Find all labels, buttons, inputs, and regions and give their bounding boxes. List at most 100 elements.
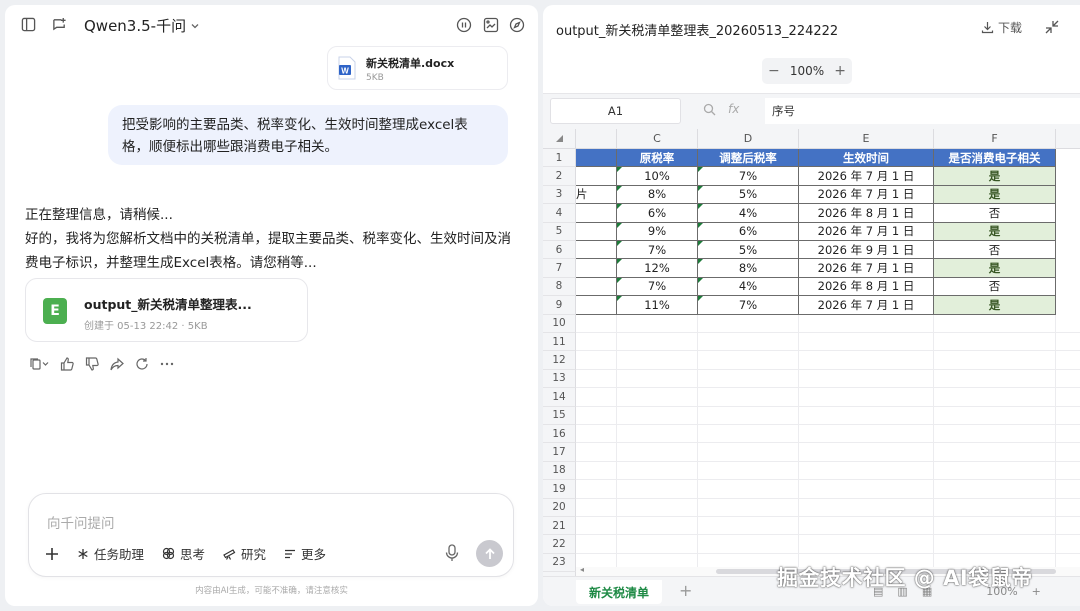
cell-date[interactable]: 2026 年 8 月 1 日 — [799, 204, 934, 223]
tool-task-assistant[interactable]: 任务助理 — [77, 544, 144, 563]
attachment-card[interactable]: W 新关税清单.docx 5KB — [327, 46, 508, 90]
new-chat-icon[interactable] — [52, 17, 67, 32]
share-icon[interactable] — [110, 357, 124, 371]
cell-consumer-electronics[interactable]: 否 — [934, 241, 1056, 260]
cell-orig-rate[interactable]: 6% — [617, 204, 698, 223]
header-cell[interactable] — [576, 149, 617, 168]
cell-consumer-electronics[interactable]: 是 — [934, 185, 1056, 205]
row-header[interactable]: 5 — [543, 222, 576, 241]
add-sheet-button[interactable]: + — [679, 581, 692, 600]
chat-input[interactable]: 向千问提问 — [47, 512, 115, 532]
cell-consumer-electronics[interactable]: 是 — [934, 296, 1056, 315]
row-header[interactable]: 14 — [543, 388, 576, 407]
header-cell[interactable]: 是否消费电子相关 — [934, 149, 1056, 168]
cell-b[interactable] — [576, 222, 617, 241]
column-header-b[interactable] — [576, 129, 617, 149]
tool-research[interactable]: 研究 — [223, 544, 266, 563]
row-header[interactable]: 3 — [543, 185, 576, 205]
header-cell[interactable]: 生效时间 — [799, 149, 934, 168]
row-header[interactable]: 16 — [543, 425, 576, 444]
download-button[interactable]: 下载 — [981, 19, 1022, 36]
row-header[interactable]: 12 — [543, 351, 576, 370]
copy-icon[interactable] — [29, 357, 49, 371]
cell-consumer-electronics[interactable]: 是 — [934, 259, 1056, 278]
row-header[interactable]: 19 — [543, 480, 576, 499]
cell-orig-rate[interactable]: 10% — [617, 167, 698, 186]
header-cell[interactable]: 调整后税率 — [698, 149, 799, 168]
cell-adj-rate[interactable]: 6% — [698, 222, 799, 241]
name-box[interactable]: A1 — [550, 98, 681, 124]
cell-date[interactable]: 2026 年 7 月 1 日 — [799, 296, 934, 315]
cell-adj-rate[interactable]: 4% — [698, 277, 799, 297]
cell-adj-rate[interactable]: 7% — [698, 167, 799, 186]
row-header[interactable]: 18 — [543, 461, 576, 481]
thumbs-down-icon[interactable] — [85, 357, 99, 371]
column-header[interactable]: C — [617, 129, 698, 149]
cell-consumer-electronics[interactable]: 是 — [934, 167, 1056, 186]
collapse-icon[interactable] — [1045, 20, 1059, 34]
microphone-icon[interactable] — [445, 544, 459, 566]
column-header-g[interactable] — [1056, 129, 1080, 149]
cell-adj-rate[interactable]: 4% — [698, 204, 799, 223]
output-file-card[interactable]: E output_新关税清单整理表... 创建于 05-13 22:42 · 5… — [25, 278, 308, 342]
cell-b[interactable] — [576, 277, 617, 297]
row-header[interactable]: 20 — [543, 498, 576, 517]
cell-orig-rate[interactable]: 11% — [617, 296, 698, 315]
row-header[interactable]: 6 — [543, 241, 576, 260]
model-selector[interactable]: Qwen3.5-千问 — [84, 15, 200, 36]
cell-orig-rate[interactable]: 7% — [617, 277, 698, 297]
row-header[interactable]: 23 — [543, 553, 576, 573]
row-header[interactable]: 13 — [543, 369, 576, 389]
cell-b[interactable] — [576, 204, 617, 223]
scroll-left-icon[interactable]: ◂ — [580, 565, 584, 574]
pause-icon[interactable] — [456, 17, 472, 33]
cell-b[interactable] — [576, 296, 617, 315]
row-header[interactable]: 8 — [543, 277, 576, 297]
cell-b[interactable] — [576, 241, 617, 260]
tool-more[interactable]: 更多 — [284, 544, 326, 563]
zoom-in-button[interactable]: + — [834, 63, 846, 79]
row-header[interactable]: 15 — [543, 406, 576, 425]
row-header[interactable]: 7 — [543, 259, 576, 278]
cell-date[interactable]: 2026 年 7 月 1 日 — [799, 259, 934, 278]
cell-adj-rate[interactable]: 8% — [698, 259, 799, 278]
send-button[interactable] — [476, 540, 503, 567]
compass-icon[interactable] — [509, 17, 525, 33]
cell-adj-rate[interactable]: 5% — [698, 185, 799, 205]
row-header[interactable]: 21 — [543, 517, 576, 536]
sheet-tab[interactable]: 新关税清单 — [576, 580, 662, 604]
select-all-corner[interactable] — [543, 129, 576, 149]
formula-value[interactable]: 序号 — [765, 98, 1080, 124]
cell-b[interactable]: 片 — [576, 185, 617, 205]
cell-consumer-electronics[interactable]: 否 — [934, 277, 1056, 297]
cell-date[interactable]: 2026 年 7 月 1 日 — [799, 185, 934, 205]
sidebar-toggle-icon[interactable] — [21, 17, 36, 32]
chat-input-box[interactable]: 向千问提问 任务助理 思考 研究 更多 — [28, 493, 514, 577]
header-cell[interactable]: 原税率 — [617, 149, 698, 168]
cell-date[interactable]: 2026 年 8 月 1 日 — [799, 277, 934, 297]
zoom-out-button[interactable]: − — [768, 63, 780, 79]
row-header[interactable]: 17 — [543, 443, 576, 462]
cell-consumer-electronics[interactable]: 否 — [934, 204, 1056, 223]
column-header[interactable]: D — [698, 129, 799, 149]
sheet-grid[interactable]: C D E F 1 2 3 4 5 6 7 8 9 10 11 12 13 14 15 16 17 18 19 20 2… — [543, 129, 1080, 576]
cell-b[interactable] — [576, 167, 617, 186]
cell-orig-rate[interactable]: 12% — [617, 259, 698, 278]
row-header[interactable]: 11 — [543, 333, 576, 352]
cell-date[interactable]: 2026 年 7 月 1 日 — [799, 222, 934, 241]
cell-date[interactable]: 2026 年 9 月 1 日 — [799, 241, 934, 260]
cell-orig-rate[interactable]: 9% — [617, 222, 698, 241]
cell-b[interactable] — [576, 259, 617, 278]
cell-date[interactable]: 2026 年 7 月 1 日 — [799, 167, 934, 186]
image-icon[interactable] — [483, 17, 499, 33]
cell-orig-rate[interactable]: 8% — [617, 185, 698, 205]
status-zoom-in-button[interactable]: + — [1032, 585, 1041, 598]
refresh-icon[interactable] — [135, 357, 149, 371]
row-header[interactable]: 1 — [543, 149, 576, 168]
cell-adj-rate[interactable]: 7% — [698, 296, 799, 315]
row-header[interactable]: 10 — [543, 314, 576, 333]
attach-plus-button[interactable] — [45, 547, 59, 561]
row-header[interactable]: 2 — [543, 167, 576, 186]
column-header[interactable]: F — [934, 129, 1056, 149]
row-header[interactable]: 22 — [543, 535, 576, 554]
